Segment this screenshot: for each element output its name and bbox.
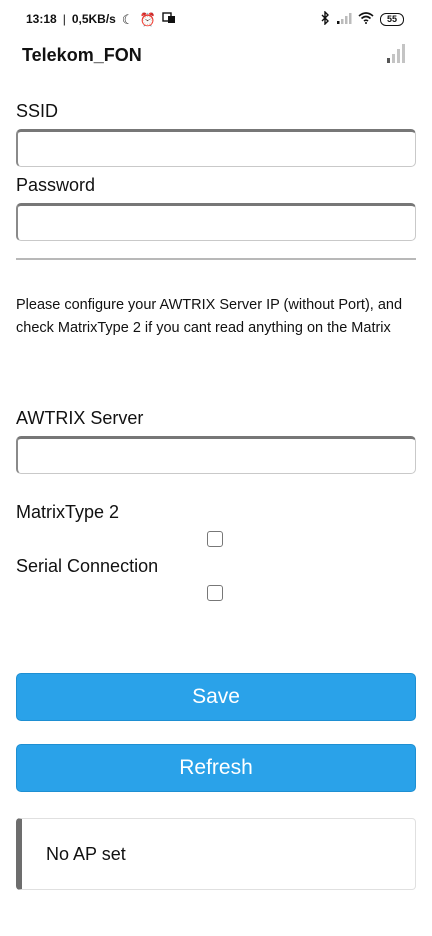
serial-connection-checkbox[interactable] bbox=[207, 585, 223, 601]
wifi-config-page: 13:18 | 0,5KB/s ☾ ⏰ 55 Telekom_FON SSID … bbox=[0, 0, 432, 936]
awtrix-server-label: AWTRIX Server bbox=[16, 408, 144, 428]
status-left: 13:18 | 0,5KB/s ☾ ⏰ bbox=[26, 11, 176, 27]
divider bbox=[16, 258, 416, 260]
bluetooth-icon bbox=[321, 9, 330, 28]
info-text: Please configure your AWTRIX Server IP (… bbox=[16, 297, 403, 336]
matrixtype-checkbox[interactable] bbox=[207, 531, 223, 547]
wifi-icon bbox=[358, 11, 374, 27]
status-separator: | bbox=[62, 12, 66, 26]
status-message-text: No AP set bbox=[46, 843, 126, 864]
vpn-icon bbox=[162, 11, 176, 27]
serial-connection-label: Serial Connection bbox=[16, 556, 159, 576]
ssid-input[interactable] bbox=[16, 129, 416, 167]
cell-signal-icon bbox=[336, 12, 352, 27]
refresh-button[interactable]: Refresh bbox=[16, 744, 416, 792]
battery-icon: 55 bbox=[380, 12, 404, 26]
status-bar: 13:18 | 0,5KB/s ☾ ⏰ 55 bbox=[0, 0, 432, 38]
moon-icon: ☾ bbox=[121, 11, 134, 27]
network-row[interactable]: Telekom_FON bbox=[22, 42, 406, 68]
alarm-icon: ⏰ bbox=[139, 11, 156, 27]
status-right: 55 bbox=[321, 9, 404, 28]
ssid-label: SSID bbox=[16, 101, 59, 121]
password-label: Password bbox=[16, 175, 96, 195]
awtrix-server-input[interactable] bbox=[16, 436, 416, 474]
password-input[interactable] bbox=[16, 203, 416, 241]
save-button[interactable]: Save bbox=[16, 673, 416, 721]
status-net-speed: 0,5KB/s bbox=[71, 12, 116, 26]
network-name[interactable]: Telekom_FON bbox=[22, 45, 142, 66]
matrixtype-label: MatrixType 2 bbox=[16, 502, 120, 522]
signal-bars-icon bbox=[386, 43, 406, 68]
status-time: 13:18 bbox=[26, 12, 57, 26]
status-message-box: No AP set bbox=[16, 818, 416, 890]
